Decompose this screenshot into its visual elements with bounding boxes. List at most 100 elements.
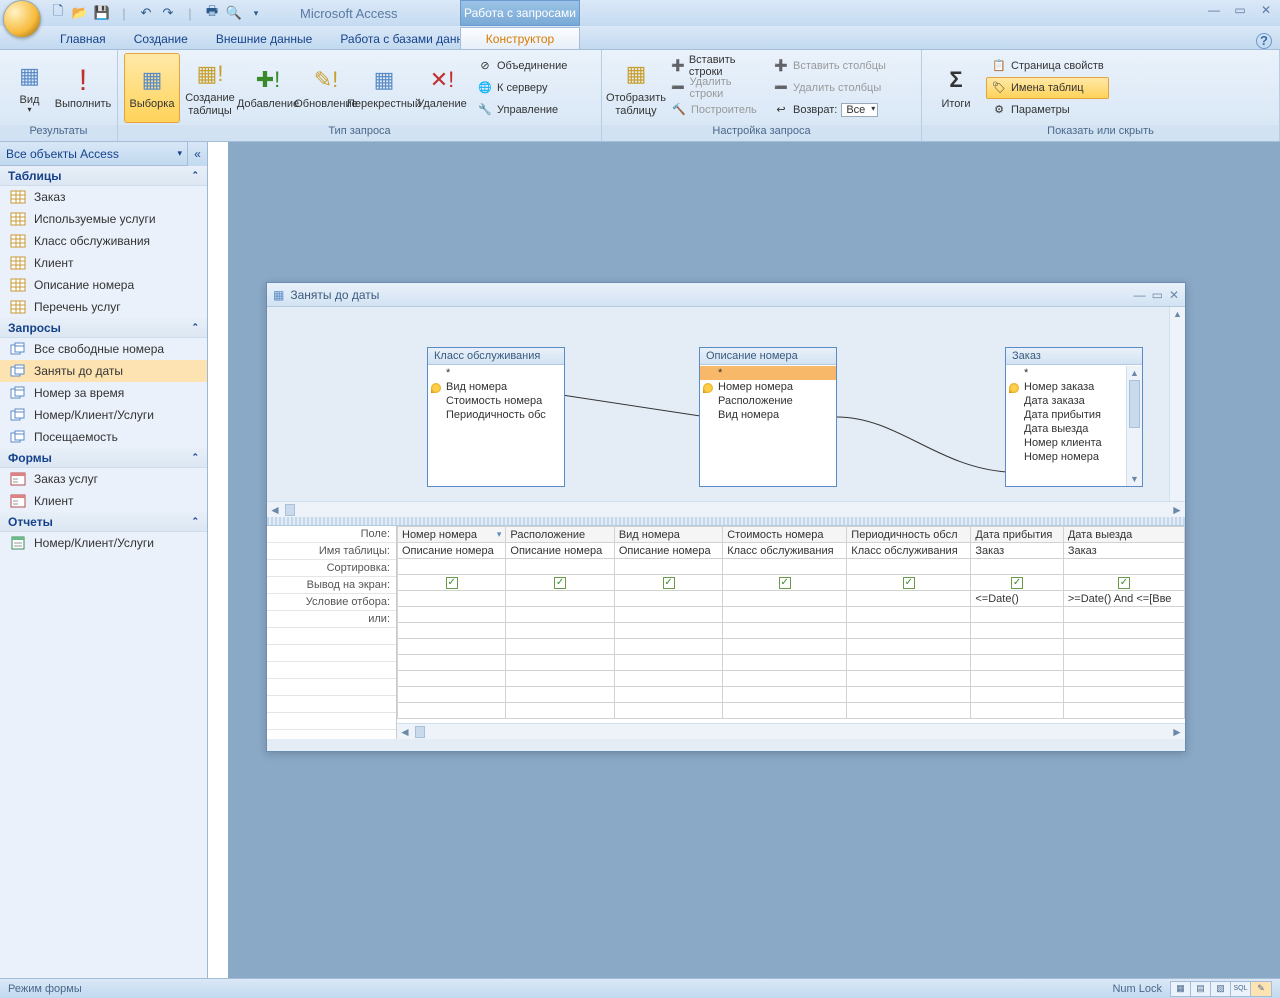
q-icon <box>10 364 26 378</box>
pane-vscroll[interactable]: ▲▼ <box>1169 307 1185 517</box>
field-row[interactable]: Номер номера <box>700 380 836 394</box>
field-row[interactable]: Вид номера <box>428 380 564 394</box>
new-icon[interactable]: 🗋 <box>50 5 66 21</box>
totals-button[interactable]: ΣИтоги <box>928 53 984 123</box>
view-switcher[interactable]: ▦ ▤ ▧ SQL ✎ <box>1170 981 1272 997</box>
insert-rows-button[interactable]: ➕Вставить строки <box>666 55 766 77</box>
show-table-button[interactable]: ▦Отобразить таблицу <box>608 53 664 123</box>
nav-header[interactable]: Все объекты Access▾ <box>0 142 188 166</box>
view-sql[interactable]: SQL <box>1231 982 1251 996</box>
union-button[interactable]: ⊘Объединение <box>472 55 572 77</box>
delete-rows-button[interactable]: ➖Удалить строки <box>666 77 766 99</box>
mdi-minimize[interactable]: — <box>1134 288 1146 302</box>
field-row[interactable]: * <box>700 366 836 380</box>
grid-table[interactable]: Номер номера▾РасположениеВид номераСтоим… <box>397 526 1185 719</box>
qat-dropdown-icon[interactable]: ▾ <box>248 5 264 21</box>
field-row[interactable]: Вид номера <box>700 408 836 422</box>
tablenames-button[interactable]: 🏷Имена таблиц <box>986 77 1109 99</box>
help-icon[interactable]: ? <box>1256 33 1272 49</box>
field-row[interactable]: Дата выезда <box>1006 422 1142 436</box>
nav-item[interactable]: Клиент <box>0 252 207 274</box>
select-query-button[interactable]: ▦Выборка <box>124 53 180 123</box>
field-row[interactable]: Стоимость номера <box>428 394 564 408</box>
definition-button[interactable]: 🔧Управление <box>472 99 572 121</box>
nav-item[interactable]: Описание номера <box>0 274 207 296</box>
field-row[interactable]: * <box>428 366 564 380</box>
nav-collapse-button[interactable]: « <box>187 142 207 166</box>
builder-button[interactable]: 🔨Построитель <box>666 99 766 121</box>
tab-home[interactable]: Главная <box>46 28 120 49</box>
view-ds[interactable]: ▦ <box>1171 982 1191 996</box>
group-results: Результаты <box>0 125 117 141</box>
redo-icon[interactable]: ↷ <box>160 5 176 21</box>
tab-external[interactable]: Внешние данные <box>202 28 327 49</box>
nav-item[interactable]: Посещаемость <box>0 426 207 448</box>
mdi-titlebar[interactable]: ▦ Заняты до даты —▭✕ <box>267 283 1185 307</box>
nav-item[interactable]: Номер/Клиент/Услуги <box>0 404 207 426</box>
nav-item[interactable]: Класс обслуживания <box>0 230 207 252</box>
field-row[interactable]: Периодичность обс <box>428 408 564 422</box>
nav-item[interactable]: Заказ услуг <box>0 468 207 490</box>
view-button[interactable]: ▦Вид▾ <box>6 53 53 123</box>
view-design[interactable]: ✎ <box>1251 982 1271 996</box>
run-button[interactable]: !Выполнить <box>55 53 111 123</box>
field-row[interactable]: Номер заказа <box>1006 380 1142 394</box>
field-row[interactable]: Дата прибытия <box>1006 408 1142 422</box>
splitter[interactable] <box>267 517 1185 525</box>
tab-create[interactable]: Создание <box>120 28 202 49</box>
grid-hscroll[interactable]: ◄► <box>397 723 1185 739</box>
field-row[interactable]: Номер номера <box>1006 450 1142 464</box>
restore-button[interactable]: ▭ <box>1232 3 1248 17</box>
passthrough-button[interactable]: 🌐К серверу <box>472 77 572 99</box>
params-button[interactable]: ⚙Параметры <box>986 99 1109 121</box>
vscroll[interactable]: ▲▼ <box>1126 366 1142 486</box>
view-pc[interactable]: ▧ <box>1211 982 1231 996</box>
minimize-button[interactable]: — <box>1206 3 1222 17</box>
nav-section[interactable]: Формы⌃ <box>0 448 207 468</box>
field-row[interactable]: Номер клиента <box>1006 436 1142 450</box>
relationship-pane[interactable]: ▲▼ Класс обслуживания*Вид номераСтоимост… <box>267 307 1185 517</box>
nav-item[interactable]: Номер/Клиент/Услуги <box>0 532 207 554</box>
nav-section[interactable]: Запросы⌃ <box>0 318 207 338</box>
open-icon[interactable]: 📂 <box>72 5 88 21</box>
close-button[interactable]: ✕ <box>1258 3 1274 17</box>
field-row[interactable]: Расположение <box>700 394 836 408</box>
delete-button[interactable]: ✕!Удаление <box>414 53 470 123</box>
nav-item[interactable]: Заняты до даты <box>0 360 207 382</box>
return-combo[interactable]: Все▾ <box>841 103 878 117</box>
propsheet-button[interactable]: 📋Страница свойств <box>986 55 1109 77</box>
preview-icon[interactable]: 🔍 <box>226 5 242 21</box>
delete-row-icon: ➖ <box>671 80 686 96</box>
tab-designer[interactable]: Конструктор <box>460 27 580 49</box>
field-row[interactable]: Дата заказа <box>1006 394 1142 408</box>
r-icon <box>10 536 26 550</box>
crosstab-button[interactable]: ▦Перекрестный <box>356 53 412 123</box>
t-icon <box>10 300 26 314</box>
field-row[interactable]: * <box>1006 366 1142 380</box>
view-pt[interactable]: ▤ <box>1191 982 1211 996</box>
table-opisanie[interactable]: Описание номера*Номер номераРасположение… <box>699 347 837 487</box>
save-icon[interactable]: 💾 <box>94 5 110 21</box>
nav-item[interactable]: Используемые услуги <box>0 208 207 230</box>
print-icon[interactable]: 🖶 <box>204 5 220 21</box>
update-button[interactable]: ✎!Обновление <box>298 53 354 123</box>
append-button[interactable]: ✚!Добавление <box>240 53 296 123</box>
office-button[interactable] <box>3 0 41 38</box>
navigation-pane: Все объекты Access▾ « Таблицы⌃ЗаказИспол… <box>0 142 208 978</box>
table-klass[interactable]: Класс обслуживания*Вид номераСтоимость н… <box>427 347 565 487</box>
nav-section[interactable]: Таблицы⌃ <box>0 166 207 186</box>
mdi-restore[interactable]: ▭ <box>1152 288 1163 302</box>
maketable-button[interactable]: ▦!Создание таблицы <box>182 53 238 123</box>
nav-item[interactable]: Номер за время <box>0 382 207 404</box>
nav-item[interactable]: Заказ <box>0 186 207 208</box>
nav-item[interactable]: Клиент <box>0 490 207 512</box>
delete-cols-button[interactable]: ➖Удалить столбцы <box>768 77 908 99</box>
insert-cols-button[interactable]: ➕Вставить столбцы <box>768 55 908 77</box>
mdi-close[interactable]: ✕ <box>1169 288 1179 302</box>
table-zakaz[interactable]: Заказ*Номер заказаДата заказаДата прибыт… <box>1005 347 1143 487</box>
nav-item[interactable]: Все свободные номера <box>0 338 207 360</box>
pane-hscroll[interactable]: ◄► <box>267 501 1185 517</box>
nav-section[interactable]: Отчеты⌃ <box>0 512 207 532</box>
nav-item[interactable]: Перечень услуг <box>0 296 207 318</box>
undo-icon[interactable]: ↶ <box>138 5 154 21</box>
